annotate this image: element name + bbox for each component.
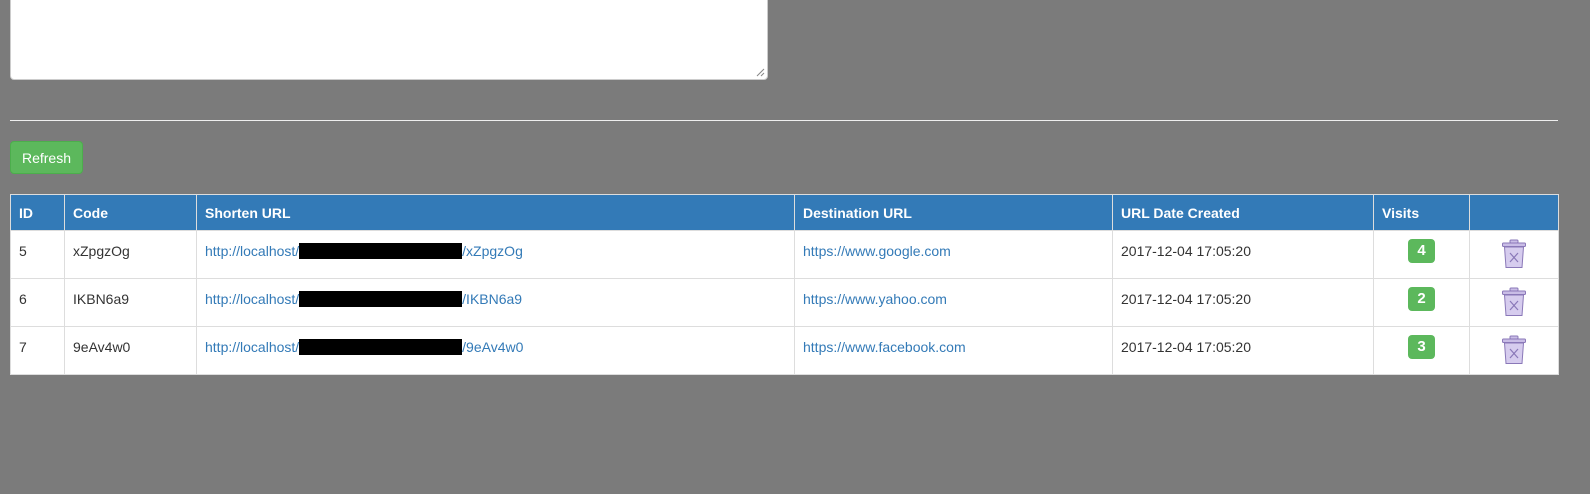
cell-code: xZpgzOg [64, 230, 197, 279]
cell-actions [1469, 278, 1559, 327]
cell-destination-url: https://www.yahoo.com [794, 278, 1113, 327]
short-url-prefix: http://localhost/ [205, 243, 300, 259]
cell-id: 6 [10, 278, 65, 327]
shorten-url-link[interactable]: http://localhost/ /xZpgzOg [205, 243, 523, 259]
visits-badge: 3 [1408, 335, 1435, 359]
trash-icon[interactable] [1501, 287, 1527, 317]
cell-code: IKBN6a9 [64, 278, 197, 327]
visits-badge: 4 [1408, 239, 1435, 263]
url-table: ID Code Shorten URL Destination URL URL … [10, 194, 1559, 375]
column-header-id: ID [10, 194, 65, 231]
shorten-url-link[interactable]: http://localhost/ /IKBN6a9 [205, 291, 522, 307]
redaction-bar [299, 291, 463, 307]
destination-url-link[interactable]: https://www.yahoo.com [803, 291, 947, 307]
url-textarea[interactable] [10, 0, 768, 80]
cell-date-created: 2017-12-04 17:05:20 [1112, 230, 1374, 279]
column-header-date-created: URL Date Created [1112, 194, 1374, 231]
column-header-destination-url: Destination URL [794, 194, 1113, 231]
destination-url-link[interactable]: https://www.google.com [803, 243, 951, 259]
section-divider [10, 120, 1558, 121]
short-url-suffix: /9eAv4w0 [462, 339, 524, 355]
redaction-bar [299, 243, 463, 259]
cell-visits: 4 [1373, 230, 1470, 279]
short-url-suffix: /IKBN6a9 [462, 291, 523, 307]
short-url-prefix: http://localhost/ [205, 339, 300, 355]
table-header-row: ID Code Shorten URL Destination URL URL … [10, 194, 1559, 231]
visits-badge: 2 [1408, 287, 1435, 311]
trash-icon[interactable] [1501, 335, 1527, 365]
short-url-prefix: http://localhost/ [205, 291, 300, 307]
cell-destination-url: https://www.google.com [794, 230, 1113, 279]
cell-actions [1469, 230, 1559, 279]
column-header-visits: Visits [1373, 194, 1470, 231]
cell-visits: 3 [1373, 326, 1470, 375]
cell-shorten-url: http://localhost/ /xZpgzOg [196, 230, 795, 279]
cell-shorten-url: http://localhost/ /IKBN6a9 [196, 278, 795, 327]
refresh-button[interactable]: Refresh [10, 141, 83, 174]
cell-id: 7 [10, 326, 65, 375]
cell-shorten-url: http://localhost/ /9eAv4w0 [196, 326, 795, 375]
shorten-url-link[interactable]: http://localhost/ /9eAv4w0 [205, 339, 523, 355]
cell-code: 9eAv4w0 [64, 326, 197, 375]
destination-url-link[interactable]: https://www.facebook.com [803, 339, 966, 355]
cell-visits: 2 [1373, 278, 1470, 327]
cell-actions [1469, 326, 1559, 375]
resize-grip-icon[interactable] [756, 68, 765, 77]
column-header-code: Code [64, 194, 197, 231]
cell-id: 5 [10, 230, 65, 279]
trash-icon[interactable] [1501, 239, 1527, 269]
table-row: 7 9eAv4w0 http://localhost/ /9eAv4w0 http… [10, 326, 1559, 375]
cell-date-created: 2017-12-04 17:05:20 [1112, 326, 1374, 375]
redaction-bar [299, 339, 463, 355]
short-url-suffix: /xZpgzOg [462, 243, 523, 259]
column-header-shorten-url: Shorten URL [196, 194, 795, 231]
table-row: 6 IKBN6a9 http://localhost/ /IKBN6a9 http… [10, 278, 1559, 327]
column-header-actions [1469, 194, 1559, 231]
cell-date-created: 2017-12-04 17:05:20 [1112, 278, 1374, 327]
table-row: 5 xZpgzOg http://localhost/ /xZpgzOg http… [10, 230, 1559, 279]
cell-destination-url: https://www.facebook.com [794, 326, 1113, 375]
